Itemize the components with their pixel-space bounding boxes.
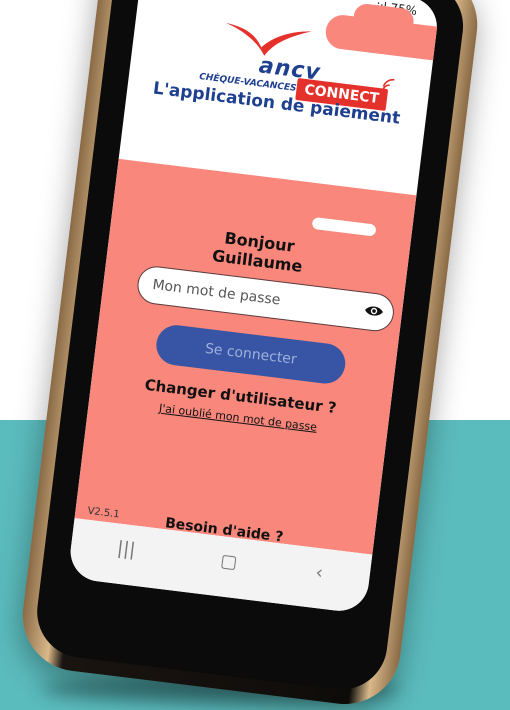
wifi-signal-icon (382, 78, 395, 91)
back-button[interactable]: ‹ (314, 562, 324, 584)
recent-apps-button[interactable]: ||| (116, 538, 137, 561)
home-button[interactable]: ▢ (219, 550, 238, 573)
eye-icon[interactable] (363, 303, 385, 319)
phone-bezel: ⁝ıl 75% ancv CHÈQUE-VACANCES CONNECT L'a… (31, 0, 469, 695)
app-screen: ⁝ıl 75% ancv CHÈQUE-VACANCES CONNECT L'a… (67, 0, 441, 615)
